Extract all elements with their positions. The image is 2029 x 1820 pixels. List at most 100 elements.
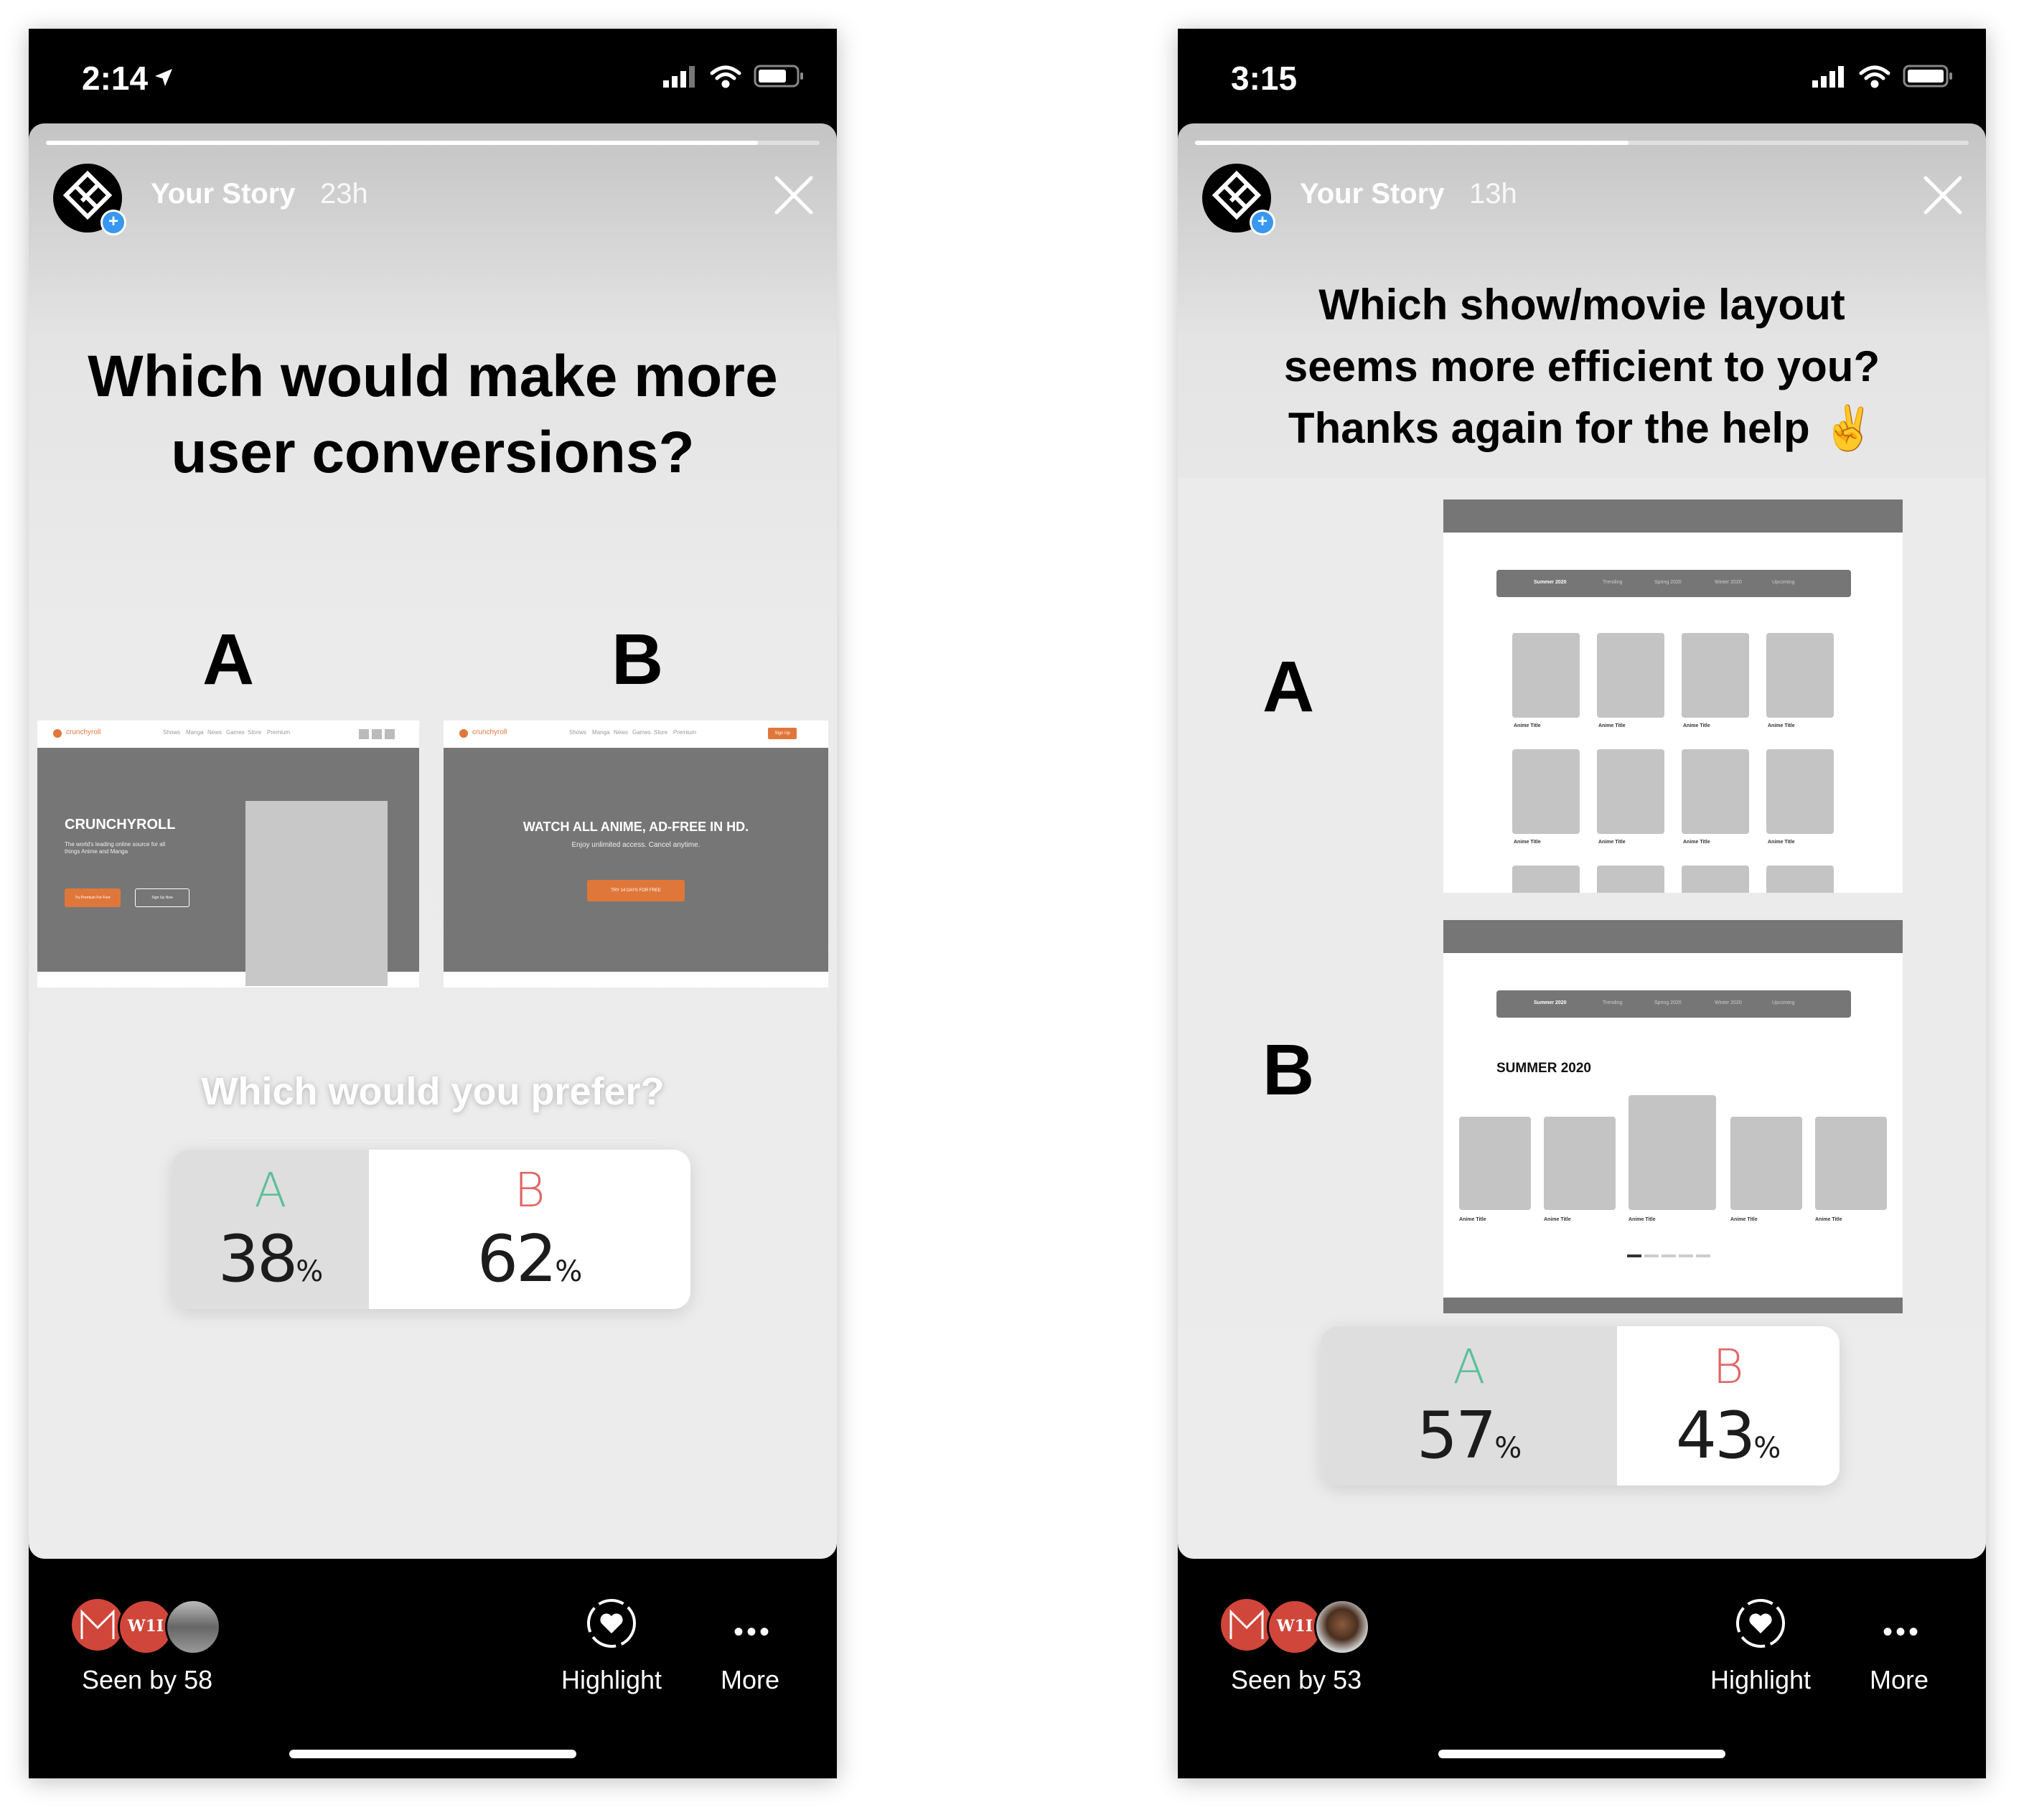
more-dots-icon[interactable]: •••	[1883, 1616, 1921, 1648]
preview-b-headline: WATCH ALL ANIME, AD-FREE IN HD.	[523, 820, 749, 834]
poll-option-b-percent: 62%	[369, 1221, 690, 1297]
question-line-3: Thanks again for the help ✌	[1288, 404, 1876, 452]
story-progress-fill	[1195, 141, 1629, 145]
wireframe-pager-dot	[1696, 1254, 1710, 1257]
wireframe-card	[1512, 866, 1580, 893]
wireframe-header	[1443, 499, 1903, 533]
preview-a-headline: CRUNCHYROLL	[65, 817, 176, 832]
highlight-heart-icon[interactable]	[583, 1595, 640, 1652]
preview-a-btn-primary: Try Premium For Free	[65, 888, 121, 907]
wireframe-tabs: Summer 2020 Trending Spring 2020 Winter …	[1496, 990, 1851, 1018]
wireframe-tab: Upcoming	[1772, 1000, 1795, 1005]
status-time: 2:14	[82, 60, 149, 97]
plus-icon[interactable]: +	[1250, 210, 1275, 235]
close-icon[interactable]	[1921, 174, 1964, 217]
option-b-heading: B	[611, 619, 664, 700]
option-a-heading: A	[202, 619, 255, 700]
question-line-2: seems more efficient to you?	[1283, 342, 1880, 390]
preview-b-nav: crunchyroll Shows Manga News Games Store…	[444, 721, 828, 748]
wireframe-card-title: Anime Title	[1768, 840, 1795, 845]
wireframe-pager-dot	[1627, 1254, 1641, 1257]
wireframe-tab: Upcoming	[1772, 580, 1795, 585]
wireframe-card-title: Anime Title	[1598, 723, 1626, 728]
poll-option-b[interactable]: B 62%	[369, 1150, 690, 1309]
preview-a-sub-line: The world's leading online source for al…	[65, 841, 166, 848]
wireframe-card-title: Anime Title	[1459, 1217, 1486, 1222]
question-line-2: user conversions?	[171, 420, 695, 485]
wireframe-card-title: Anime Title	[1730, 1217, 1758, 1222]
wireframe-header	[1443, 920, 1903, 953]
wireframe-card-title: Anime Title	[1815, 1217, 1842, 1222]
poll-option-a-percent: 38%	[172, 1221, 369, 1297]
preview-a-btn-secondary: Sign Up Now	[135, 888, 189, 907]
preview-b-sub: Enjoy unlimited access. Cancel anytime.	[571, 841, 700, 849]
more-label[interactable]: More	[721, 1665, 779, 1695]
story-name[interactable]: Your Story	[151, 178, 296, 210]
story-name[interactable]: Your Story	[1300, 178, 1445, 210]
wireframe-tab: Summer 2020	[1534, 1000, 1567, 1005]
preview-nav-item: Premium	[267, 729, 291, 736]
poll-option-b-unit: %	[1753, 1432, 1781, 1465]
wireframe-card	[1512, 749, 1580, 834]
poll-option-a-unit: %	[296, 1255, 324, 1288]
poll-option-b-unit: %	[555, 1255, 583, 1288]
close-icon[interactable]	[772, 174, 815, 217]
option-a-heading: A	[1262, 647, 1315, 727]
preview-nav-square	[359, 729, 369, 739]
highlight-label[interactable]: Highlight	[1709, 1665, 1812, 1695]
poll-option-b-value: 62	[477, 1221, 558, 1297]
wireframe-card	[1766, 866, 1834, 893]
poll-option-b[interactable]: B 43%	[1617, 1326, 1840, 1486]
wireframe-card	[1766, 633, 1834, 718]
highlight-heart-icon[interactable]	[1732, 1595, 1789, 1652]
home-indicator[interactable]	[289, 1750, 576, 1758]
highlight-label[interactable]: Highlight	[560, 1665, 663, 1695]
wireframe-card	[1815, 1117, 1887, 1210]
wireframe-tab: Spring 2020	[1654, 1000, 1682, 1005]
wifi-icon	[1859, 65, 1890, 88]
wireframe-card	[1597, 749, 1664, 834]
more-dots-icon[interactable]: •••	[734, 1616, 772, 1648]
preview-a-sub-line: things Anime and Manga	[65, 848, 128, 855]
wireframe-card-title: Anime Title	[1514, 723, 1541, 728]
wifi-icon	[710, 65, 741, 88]
poll-sticker[interactable]: A 57% B 43%	[1321, 1326, 1840, 1486]
wireframe-card	[1730, 1117, 1802, 1210]
wireframe-card-title: Anime Title	[1598, 840, 1626, 845]
story-progress	[1195, 141, 1969, 145]
preview-nav-item: Premium	[673, 729, 697, 736]
preview-nav-item: Shows	[163, 729, 181, 736]
preview-nav-item: Games	[226, 729, 245, 736]
battery-icon	[754, 65, 803, 88]
poll-option-a-percent: 57%	[1321, 1398, 1617, 1473]
preview-nav-item: Manga	[186, 729, 204, 736]
preview-nav-item: News	[207, 729, 222, 736]
story-card[interactable]: + Your Story 13h Which show/movie layout…	[1178, 123, 1986, 1559]
seen-by[interactable]: Seen by 53	[1231, 1665, 1362, 1695]
preview-a-image-placeholder	[245, 801, 388, 986]
poll-option-b-letter: B	[514, 1163, 545, 1218]
poll-sticker[interactable]: A 38% B 62%	[172, 1150, 690, 1309]
poll-option-a[interactable]: A 38%	[172, 1150, 369, 1309]
battery-icon	[1903, 65, 1952, 88]
viewer-avatar[interactable]	[1314, 1599, 1370, 1655]
wireframe-pager-dot	[1679, 1254, 1693, 1257]
wireframe-card	[1682, 633, 1749, 718]
preview-nav-item: News	[614, 729, 629, 736]
wireframe-tabs: Summer 2020 Trending Spring 2020 Winter …	[1496, 570, 1851, 597]
more-label[interactable]: More	[1870, 1665, 1929, 1695]
status-bar: 2:14	[29, 29, 837, 123]
viewer-avatar[interactable]	[72, 1599, 123, 1651]
poll-option-b-value: 43	[1675, 1398, 1756, 1473]
wireframe-card	[1544, 1117, 1616, 1210]
plus-icon[interactable]: +	[100, 210, 126, 235]
status-icons	[663, 65, 803, 88]
seen-by[interactable]: Seen by 58	[82, 1665, 212, 1695]
wireframe-card	[1682, 866, 1749, 893]
story-card[interactable]: + Your Story 23h Which would make more u…	[29, 123, 837, 1559]
poll-option-a[interactable]: A 57%	[1321, 1326, 1617, 1486]
home-indicator[interactable]	[1438, 1750, 1725, 1758]
viewer-avatar[interactable]	[165, 1599, 221, 1655]
option-b-heading: B	[1262, 1030, 1315, 1110]
viewer-avatar[interactable]	[1221, 1599, 1273, 1651]
